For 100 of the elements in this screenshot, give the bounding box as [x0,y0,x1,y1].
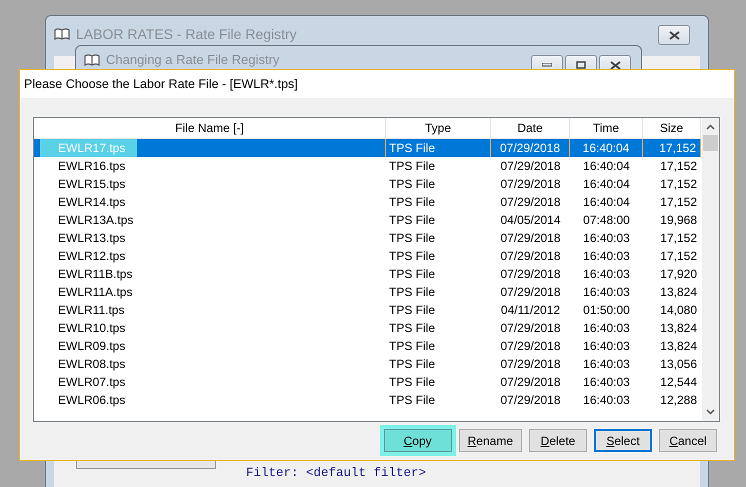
table-cell-text: 16:40:04 [582,176,631,193]
table-row[interactable]: EWLR14.tps TPS File 07/29/2018 16:40:04 17,152 [34,193,701,211]
table-cell-text: TPS File [388,374,436,391]
table-cell-text: 16:40:03 [582,266,631,283]
table-cell-text: 07/29/2018 [499,158,562,175]
table-cell-text: 12,544 [659,374,698,391]
close-button[interactable] [658,25,690,45]
book-icon [84,54,100,66]
table-cell-text: EWLR11.tps [57,302,126,319]
scroll-up-icon[interactable] [706,124,715,130]
close-icon [668,30,680,40]
table-cell-text: 17,152 [659,230,698,247]
table-cell-text: TPS File [388,338,436,355]
table-cell-text: 16:40:04 [582,194,631,211]
table-cell-text: TPS File [388,356,436,373]
table-cell-text: 17,152 [659,176,698,193]
table-cell-text: TPS File [388,230,436,247]
table-row[interactable]: EWLR10.tps TPS File 07/29/2018 16:40:03 13,824 [34,319,701,337]
table-cell-text: EWLR09.tps [57,338,126,355]
column-header[interactable]: Date [491,118,570,138]
table-cell: TPS File [386,139,491,157]
table-cell-text: EWLR15.tps [57,176,126,193]
table-row[interactable]: EWLR17.tps TPS File 07/29/2018 16:40:04 17,152 [34,139,701,157]
table-cell-text: 07/29/2018 [499,176,562,193]
dialog-button[interactable]: Copy [384,429,452,452]
scroll-thumb[interactable] [703,135,718,151]
table-cell: 07/29/2018 [491,139,570,157]
table-cell-text: 13,824 [659,284,698,301]
dialog-button[interactable]: Select [594,429,652,452]
table-cell-text: 12,288 [659,392,698,409]
dialog-button[interactable]: Cancel [659,429,717,452]
table-cell-text: 07/29/2018 [499,320,562,337]
minimize-icon [542,63,552,67]
table-row[interactable]: EWLR11B.tps TPS File 07/29/2018 16:40:03 17,920 [34,265,701,283]
table-cell-text: 16:40:03 [582,356,631,373]
table-cell-text: EWLR13.tps [57,230,126,247]
table-cell-text: 07/29/2018 [499,230,562,247]
column-header[interactable]: File Name [-] [34,118,386,138]
table-cell-text: 13,056 [659,356,698,373]
table-cell-text: EWLR07.tps [57,374,126,391]
column-header[interactable]: Time [570,118,643,138]
table-row[interactable]: EWLR16.tps TPS File 07/29/2018 16:40:04 17,152 [34,157,701,175]
table-row[interactable]: EWLR09.tps TPS File 07/29/2018 16:40:03 13,824 [34,337,701,355]
table-cell-text: 07/29/2018 [499,356,562,373]
table-cell-text: TPS File [388,266,436,283]
table-row[interactable]: EWLR11A.tps TPS File 07/29/2018 16:40:03 13,824 [34,283,701,301]
table-cell-text: EWLR11B.tps [57,266,134,283]
dialog-button[interactable]: Delete [529,429,587,452]
table-cell-text: EWLR13A.tps [57,212,134,229]
table-cell-text: TPS File [388,284,436,301]
table-row[interactable]: EWLR08.tps TPS File 07/29/2018 16:40:03 13,056 [34,355,701,373]
column-header[interactable]: Size [643,118,701,138]
restore-icon [576,61,586,69]
table-cell: EWLR17.tps [34,139,386,157]
table-cell-text: 07:48:00 [582,212,631,229]
table-cell-text: 17,152 [659,158,698,175]
table-row[interactable]: EWLR11.tps TPS File 04/11/2012 01:50:00 14,080 [34,301,701,319]
table-cell-text: 13,824 [659,338,698,355]
table-cell-text: TPS File [388,194,436,211]
table-row[interactable]: EWLR06.tps TPS File 07/29/2018 16:40:03 12,288 [34,391,701,409]
table-cell-text: TPS File [388,176,436,193]
table-cell-text: 16:40:03 [582,320,631,337]
table-cell-text: TPS File [388,320,436,337]
table-cell: 17,152 [643,139,701,157]
table-cell-text: 07/29/2018 [499,374,562,391]
dialog-title: Please Choose the Labor Rate File - [EWLR*.tps] [20,70,734,98]
table-cell-text: 13,824 [659,320,698,337]
table-row[interactable]: EWLR12.tps TPS File 07/29/2018 16:40:03 17,152 [34,247,701,265]
table-row[interactable]: EWLR07.tps TPS File 07/29/2018 16:40:03 12,544 [34,373,701,391]
table-cell-text: EWLR16.tps [57,158,126,175]
table-cell-text: TPS File [388,212,436,229]
table-cell-text: EWLR10.tps [57,320,126,337]
table-cell-text: 17,152 [659,248,698,265]
close-icon [610,60,620,70]
table-cell-text: 16:40:03 [582,284,631,301]
table-cell-text: TPS File [388,392,436,409]
table-row[interactable]: EWLR13.tps TPS File 07/29/2018 16:40:03 17,152 [34,229,701,247]
table-cell-text: 16:40:04 [582,158,631,175]
scroll-down-icon[interactable] [706,409,715,415]
column-header[interactable]: Type [386,118,491,138]
table-cell-text: 04/11/2012 [500,302,562,319]
table-cell-text: EWLR06.tps [57,392,126,409]
table-cell-text: 07/29/2018 [499,266,562,283]
table-row[interactable]: EWLR15.tps TPS File 07/29/2018 16:40:04 17,152 [34,175,701,193]
table-cell-text: 16:40:03 [582,338,631,355]
table-cell-text: 04/05/2014 [499,212,562,229]
table-cell-text: 07/29/2018 [499,248,562,265]
filter-text: Filter: <default filter> [246,466,426,480]
table-cell-text: 16:40:03 [582,392,631,409]
dialog-button[interactable]: Rename [458,429,522,452]
table-cell-text: EWLR11A.tps [57,284,134,301]
table-row[interactable]: EWLR13A.tps TPS File 04/05/2014 07:48:00 19,968 [34,211,701,229]
table-cell-text: 16:40:03 [582,248,631,265]
table-cell: 16:40:04 [570,139,643,157]
table-cell-text: 07/29/2018 [499,194,562,211]
scrollbar[interactable] [702,118,719,421]
table-cell-text: 14,080 [659,302,698,319]
table-cell-text: 07/29/2018 [499,338,562,355]
table-cell-text: EWLR14.tps [57,194,126,211]
table-cell-text: TPS File [388,248,436,265]
